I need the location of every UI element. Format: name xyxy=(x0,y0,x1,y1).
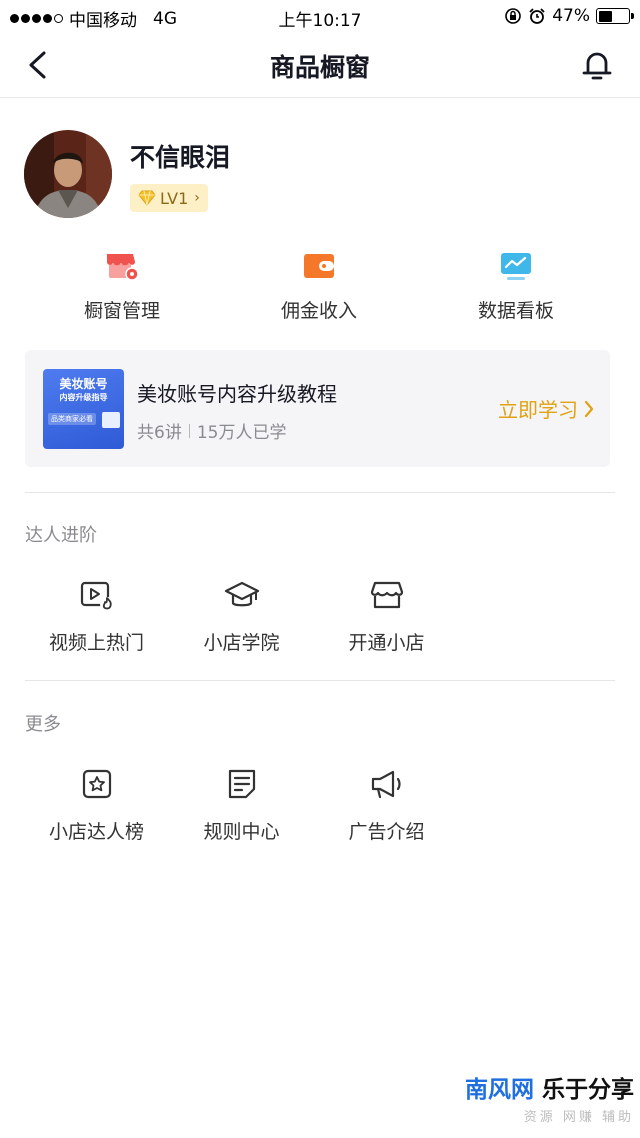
learn-now-label: 立即学习 xyxy=(498,398,578,422)
watermark-tagline: 资源 网赚 辅助 xyxy=(523,1110,634,1125)
quick-action-dashboard[interactable]: 数据看板 xyxy=(416,250,616,323)
battery-percent: 47% xyxy=(552,6,590,26)
course-thumbnail: 美妆账号 内容升级指导 品类商家必看 xyxy=(43,369,124,449)
tool-video-hot[interactable]: 视频上热门 xyxy=(24,578,169,655)
nav-bar: 商品橱窗 xyxy=(0,32,640,98)
course-lessons: 共6讲 xyxy=(137,423,182,443)
thumb-subtitle: 内容升级指导 xyxy=(59,393,108,402)
watermark-brand-black: 乐于分享 xyxy=(542,1077,634,1103)
quick-action-commission[interactable]: 佣金收入 xyxy=(219,250,419,323)
thumb-tag: 品类商家必看 xyxy=(48,413,96,425)
course-title: 美妆账号内容升级教程 xyxy=(137,382,337,406)
graduation-cap-icon xyxy=(224,581,259,607)
tool-label: 小店达人榜 xyxy=(48,821,144,843)
storefront-gear-icon xyxy=(107,254,139,281)
wallet-icon xyxy=(304,254,334,278)
page-title: 商品橱窗 xyxy=(269,53,370,82)
thumb-title: 美妆账号 xyxy=(59,377,108,391)
status-right: 47% xyxy=(504,6,634,26)
username: 不信眼泪 xyxy=(130,143,231,172)
battery-fill xyxy=(598,10,613,22)
tool-open-shop[interactable]: 开通小店 xyxy=(314,578,459,655)
section-title-advance: 达人进阶 xyxy=(25,525,97,546)
dashboard-screen-icon xyxy=(501,253,531,280)
thumb-card-graphic xyxy=(102,412,120,428)
tool-label: 规则中心 xyxy=(203,821,280,843)
quick-action-label: 佣金收入 xyxy=(280,300,357,322)
course-learners: 15万人已学 xyxy=(196,423,287,443)
watermark-brand-blue: 南风网 xyxy=(464,1077,534,1103)
section-divider xyxy=(25,680,615,681)
alarm-icon xyxy=(529,8,545,24)
tool-shop-ranking[interactable]: 小店达人榜 xyxy=(24,767,169,844)
section-title-more: 更多 xyxy=(25,714,61,735)
tool-label: 小店学院 xyxy=(203,632,280,654)
quick-action-label: 橱窗管理 xyxy=(83,300,160,322)
tool-label: 广告介绍 xyxy=(348,821,425,843)
megaphone-icon xyxy=(371,770,401,799)
tool-ad-intro[interactable]: 广告介绍 xyxy=(314,767,459,844)
avatar[interactable] xyxy=(24,130,112,218)
level-text: LV1 xyxy=(160,188,189,208)
section-divider xyxy=(25,492,615,493)
meta-separator xyxy=(188,423,190,438)
level-badge[interactable]: LV1 › xyxy=(130,184,208,212)
course-card[interactable]: 美妆账号 内容升级指导 品类商家必看 美妆账号内容升级教程 共6讲 15万人已学… xyxy=(25,350,610,467)
battery-icon xyxy=(596,8,634,24)
diamond-icon xyxy=(138,190,156,206)
quick-action-label: 数据看板 xyxy=(477,300,554,322)
tool-shop-academy[interactable]: 小店学院 xyxy=(169,578,314,655)
document-list-icon xyxy=(228,769,255,799)
course-meta: 共6讲 15万人已学 xyxy=(137,418,286,443)
watermark-brand: 南风网 乐于分享 xyxy=(465,1070,634,1104)
status-bar: 中国移动 4G 上午10:17 47% xyxy=(0,0,640,32)
chevron-right-icon: › xyxy=(194,190,200,206)
avatar-photo xyxy=(24,130,112,218)
tool-rules-center[interactable]: 规则中心 xyxy=(169,767,314,844)
video-hot-icon xyxy=(80,581,114,611)
quick-action-showcase-manage[interactable]: 橱窗管理 xyxy=(22,250,222,323)
tool-label: 开通小店 xyxy=(348,632,425,654)
shop-icon xyxy=(370,581,403,609)
orientation-lock-icon xyxy=(505,8,522,24)
bell-icon[interactable] xyxy=(580,47,614,83)
star-badge-icon xyxy=(82,769,111,799)
watermark: 南风网 乐于分享 资源 网赚 辅助 xyxy=(465,1070,634,1125)
tool-label: 视频上热门 xyxy=(48,632,144,654)
learn-now-button[interactable]: 立即学习 xyxy=(498,394,594,423)
chevron-right-icon xyxy=(584,400,594,417)
